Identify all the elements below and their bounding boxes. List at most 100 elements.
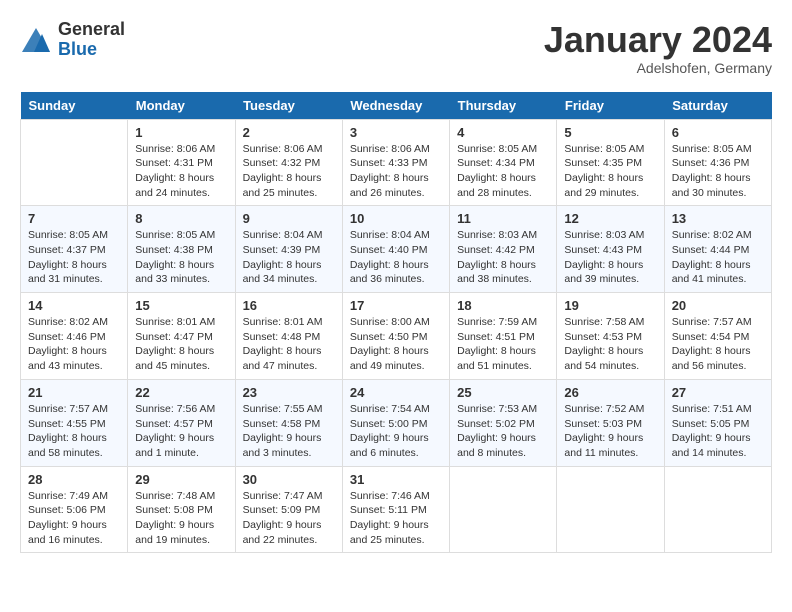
calendar-cell: 30 Sunrise: 7:47 AMSunset: 5:09 PMDayligh…: [235, 466, 342, 553]
logo-general-label: General: [58, 20, 125, 40]
calendar-cell: 22 Sunrise: 7:56 AMSunset: 4:57 PMDayligh…: [128, 379, 235, 466]
calendar-cell: 3Sunrise: 8:06 AMSunset: 4:33 PMDaylight…: [342, 119, 449, 206]
calendar-cell: 7 Sunrise: 8:05 AMSunset: 4:37 PMDaylight…: [21, 206, 128, 293]
cell-content: Sunrise: 7:46 AMSunset: 5:11 PMDaylight:…: [350, 489, 442, 548]
day-number: 21: [28, 385, 120, 400]
calendar-cell: 26 Sunrise: 7:52 AMSunset: 5:03 PMDayligh…: [557, 379, 664, 466]
cell-content: Sunrise: 8:05 AMSunset: 4:38 PMDaylight:…: [135, 228, 227, 287]
calendar-cell: 12Sunrise: 8:03 AMSunset: 4:43 PMDayligh…: [557, 206, 664, 293]
calendar-cell: 14 Sunrise: 8:02 AMSunset: 4:46 PMDayligh…: [21, 293, 128, 380]
column-header-saturday: Saturday: [664, 92, 771, 120]
calendar-cell: 10 Sunrise: 8:04 AMSunset: 4:40 PMDayligh…: [342, 206, 449, 293]
column-header-tuesday: Tuesday: [235, 92, 342, 120]
cell-content: Sunrise: 7:56 AMSunset: 4:57 PMDaylight:…: [135, 402, 227, 461]
calendar-cell: [21, 119, 128, 206]
cell-content: Sunrise: 8:01 AMSunset: 4:47 PMDaylight:…: [135, 315, 227, 374]
day-number: 16: [243, 298, 335, 313]
cell-content: Sunrise: 8:00 AMSunset: 4:50 PMDaylight:…: [350, 315, 442, 374]
cell-content: Sunrise: 7:59 AMSunset: 4:51 PMDaylight:…: [457, 315, 549, 374]
calendar-cell: 11 Sunrise: 8:03 AMSunset: 4:42 PMDayligh…: [450, 206, 557, 293]
day-number: 11: [457, 211, 549, 226]
day-number: 5: [564, 125, 656, 140]
day-number: 10: [350, 211, 442, 226]
cell-content: Sunrise: 8:05 AMSunset: 4:35 PMDaylight:…: [564, 142, 656, 201]
day-number: 2: [243, 125, 335, 140]
day-number: 30: [243, 472, 335, 487]
day-number: 26: [564, 385, 656, 400]
calendar-cell: 5 Sunrise: 8:05 AMSunset: 4:35 PMDaylight…: [557, 119, 664, 206]
calendar-cell: 13Sunrise: 8:02 AMSunset: 4:44 PMDayligh…: [664, 206, 771, 293]
day-number: 14: [28, 298, 120, 313]
cell-content: Sunrise: 8:05 AMSunset: 4:36 PMDaylight:…: [672, 142, 764, 201]
cell-content: Sunrise: 7:53 AMSunset: 5:02 PMDaylight:…: [457, 402, 549, 461]
calendar-cell: 29Sunrise: 7:48 AMSunset: 5:08 PMDayligh…: [128, 466, 235, 553]
header-row: SundayMondayTuesdayWednesdayThursdayFrid…: [21, 92, 772, 120]
cell-content: Sunrise: 8:03 AMSunset: 4:43 PMDaylight:…: [564, 228, 656, 287]
logo-text: General Blue: [58, 20, 125, 60]
cell-content: Sunrise: 7:49 AMSunset: 5:06 PMDaylight:…: [28, 489, 120, 548]
calendar-cell: [450, 466, 557, 553]
day-number: 3: [350, 125, 442, 140]
day-number: 28: [28, 472, 120, 487]
calendar-cell: 19 Sunrise: 7:58 AMSunset: 4:53 PMDayligh…: [557, 293, 664, 380]
logo: General Blue: [20, 20, 125, 60]
calendar-cell: 2 Sunrise: 8:06 AMSunset: 4:32 PMDaylight…: [235, 119, 342, 206]
cell-content: Sunrise: 7:51 AMSunset: 5:05 PMDaylight:…: [672, 402, 764, 461]
day-number: 8: [135, 211, 227, 226]
cell-content: Sunrise: 7:48 AMSunset: 5:08 PMDaylight:…: [135, 489, 227, 548]
calendar-cell: 31 Sunrise: 7:46 AMSunset: 5:11 PMDayligh…: [342, 466, 449, 553]
day-number: 6: [672, 125, 764, 140]
day-number: 4: [457, 125, 549, 140]
day-number: 25: [457, 385, 549, 400]
column-header-thursday: Thursday: [450, 92, 557, 120]
calendar-cell: 4Sunrise: 8:05 AMSunset: 4:34 PMDaylight…: [450, 119, 557, 206]
calendar-cell: 17 Sunrise: 8:00 AMSunset: 4:50 PMDayligh…: [342, 293, 449, 380]
day-number: 22: [135, 385, 227, 400]
day-number: 24: [350, 385, 442, 400]
day-number: 19: [564, 298, 656, 313]
cell-content: Sunrise: 8:05 AMSunset: 4:37 PMDaylight:…: [28, 228, 120, 287]
cell-content: Sunrise: 7:58 AMSunset: 4:53 PMDaylight:…: [564, 315, 656, 374]
logo-icon: [20, 26, 52, 54]
day-number: 15: [135, 298, 227, 313]
column-header-wednesday: Wednesday: [342, 92, 449, 120]
title-block: January 2024 Adelshofen, Germany: [544, 20, 772, 76]
cell-content: Sunrise: 8:02 AMSunset: 4:46 PMDaylight:…: [28, 315, 120, 374]
cell-content: Sunrise: 7:52 AMSunset: 5:03 PMDaylight:…: [564, 402, 656, 461]
location: Adelshofen, Germany: [544, 60, 772, 76]
cell-content: Sunrise: 8:06 AMSunset: 4:32 PMDaylight:…: [243, 142, 335, 201]
calendar-cell: 27Sunrise: 7:51 AMSunset: 5:05 PMDayligh…: [664, 379, 771, 466]
day-number: 13: [672, 211, 764, 226]
day-number: 9: [243, 211, 335, 226]
calendar-cell: 18 Sunrise: 7:59 AMSunset: 4:51 PMDayligh…: [450, 293, 557, 380]
week-row-3: 14 Sunrise: 8:02 AMSunset: 4:46 PMDayligh…: [21, 293, 772, 380]
cell-content: Sunrise: 7:57 AMSunset: 4:55 PMDaylight:…: [28, 402, 120, 461]
cell-content: Sunrise: 8:01 AMSunset: 4:48 PMDaylight:…: [243, 315, 335, 374]
calendar-cell: 6 Sunrise: 8:05 AMSunset: 4:36 PMDaylight…: [664, 119, 771, 206]
day-number: 23: [243, 385, 335, 400]
cell-content: Sunrise: 7:47 AMSunset: 5:09 PMDaylight:…: [243, 489, 335, 548]
calendar-cell: 8 Sunrise: 8:05 AMSunset: 4:38 PMDaylight…: [128, 206, 235, 293]
day-number: 31: [350, 472, 442, 487]
day-number: 18: [457, 298, 549, 313]
day-number: 17: [350, 298, 442, 313]
cell-content: Sunrise: 8:03 AMSunset: 4:42 PMDaylight:…: [457, 228, 549, 287]
cell-content: Sunrise: 8:06 AMSunset: 4:31 PMDaylight:…: [135, 142, 227, 201]
page-header: General Blue January 2024 Adelshofen, Ge…: [20, 20, 772, 76]
week-row-1: 1Sunrise: 8:06 AMSunset: 4:31 PMDaylight…: [21, 119, 772, 206]
logo-blue-label: Blue: [58, 40, 125, 60]
month-title: January 2024: [544, 20, 772, 60]
calendar-cell: 24Sunrise: 7:54 AMSunset: 5:00 PMDayligh…: [342, 379, 449, 466]
calendar-cell: 9 Sunrise: 8:04 AMSunset: 4:39 PMDaylight…: [235, 206, 342, 293]
cell-content: Sunrise: 8:04 AMSunset: 4:39 PMDaylight:…: [243, 228, 335, 287]
day-number: 7: [28, 211, 120, 226]
day-number: 20: [672, 298, 764, 313]
column-header-monday: Monday: [128, 92, 235, 120]
calendar-cell: 21 Sunrise: 7:57 AMSunset: 4:55 PMDayligh…: [21, 379, 128, 466]
week-row-4: 21 Sunrise: 7:57 AMSunset: 4:55 PMDayligh…: [21, 379, 772, 466]
cell-content: Sunrise: 8:04 AMSunset: 4:40 PMDaylight:…: [350, 228, 442, 287]
calendar-cell: 15 Sunrise: 8:01 AMSunset: 4:47 PMDayligh…: [128, 293, 235, 380]
calendar-cell: [664, 466, 771, 553]
cell-content: Sunrise: 7:55 AMSunset: 4:58 PMDaylight:…: [243, 402, 335, 461]
calendar-cell: 20Sunrise: 7:57 AMSunset: 4:54 PMDayligh…: [664, 293, 771, 380]
